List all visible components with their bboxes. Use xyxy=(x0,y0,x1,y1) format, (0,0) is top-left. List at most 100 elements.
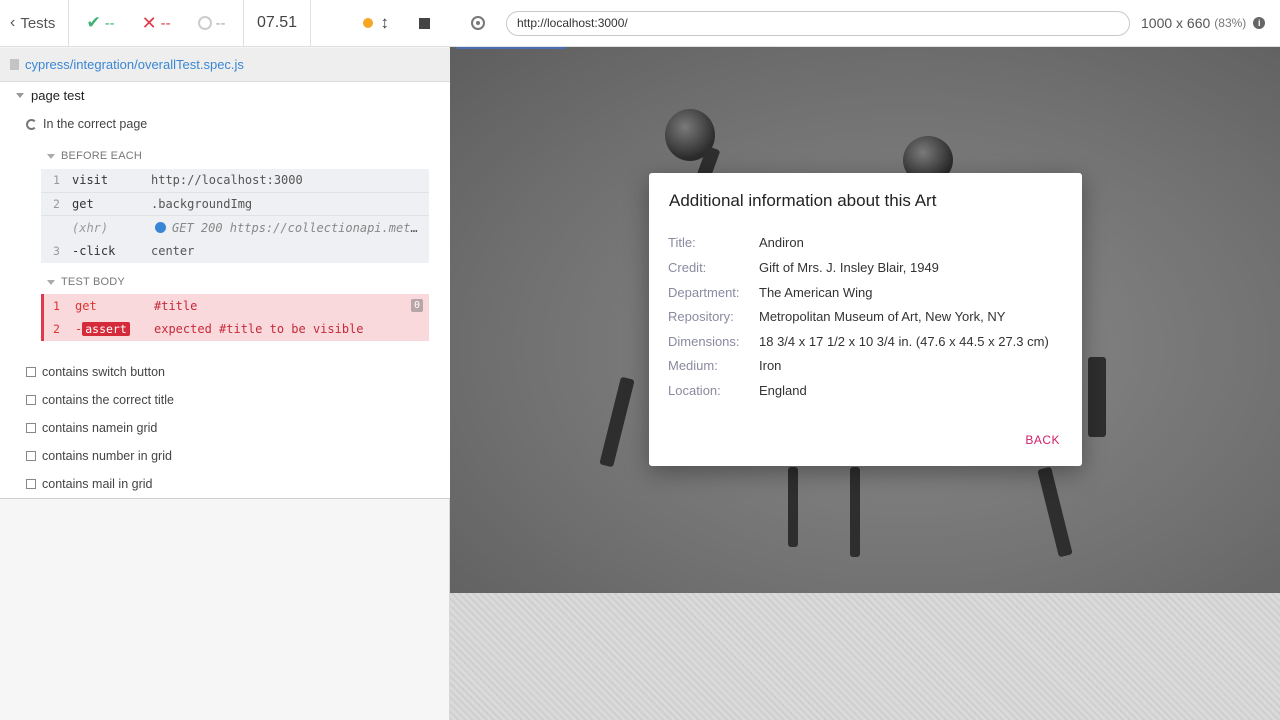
command-row[interactable]: 2 get .backgroundImg xyxy=(41,193,429,216)
failed-stat: ✕ -- xyxy=(142,13,171,34)
command-row-failed[interactable]: 1 get #title 0 xyxy=(44,294,429,318)
xhr-message: GET 200 https://collectionapi.metmuseum.… xyxy=(172,220,429,235)
test-title-label: contains namein grid xyxy=(42,421,158,435)
suite-page-test[interactable]: page test xyxy=(16,88,85,103)
viewport-scale: (83%) xyxy=(1214,16,1247,30)
reporter-header: ‹ Tests ✔ -- ✕ -- -- 07.51 ↕ xyxy=(0,0,450,47)
command-message: .backgroundImg xyxy=(151,196,253,211)
info-row-department: Department: The American Wing xyxy=(668,285,1068,300)
command-message: expected #title to be visible xyxy=(154,322,364,337)
spec-file-bar: cypress/integration/overallTest.spec.js xyxy=(0,48,450,82)
pending-stat: -- xyxy=(197,14,226,32)
command-number: 3 xyxy=(53,244,60,259)
passed-count: -- xyxy=(104,14,115,32)
selector-playground-button[interactable] xyxy=(450,16,506,30)
test-body-commands: 1 get #title 0 2 - assert expected #title… xyxy=(41,294,429,341)
chevron-left-icon: ‹ xyxy=(10,14,16,31)
command-message: center xyxy=(151,244,195,259)
hook-test-body-label: TEST BODY xyxy=(61,276,125,288)
command-name: get xyxy=(75,298,97,313)
info-row-location: Location: England xyxy=(668,383,1068,398)
command-name: get xyxy=(72,196,94,211)
command-row-failed[interactable]: 2 - assert expected #title to be visible xyxy=(44,318,429,342)
element-count-badge: 0 xyxy=(410,299,423,312)
info-label: Dimensions: xyxy=(668,334,740,349)
command-name-assert: - assert xyxy=(75,322,154,337)
pending-count: -- xyxy=(215,14,226,32)
failed-count: -- xyxy=(160,14,171,32)
command-number: 2 xyxy=(53,322,60,337)
spinner-icon xyxy=(26,118,37,130)
pending-square-icon xyxy=(26,367,36,377)
test-stats: ✔ -- ✕ -- -- xyxy=(69,0,244,46)
info-label: Repository: xyxy=(668,309,734,324)
command-number: 2 xyxy=(53,196,60,211)
hook-test-body[interactable]: TEST BODY xyxy=(47,276,125,288)
viewport-info[interactable]: 1000 x 660 (83%) i xyxy=(1141,15,1266,31)
test-title-label: In the correct page xyxy=(43,117,148,131)
hook-before-each-label: BEFORE EACH xyxy=(61,150,143,162)
pending-square-icon xyxy=(26,395,36,405)
test-title-label: contains mail in grid xyxy=(42,477,153,491)
spec-file-link[interactable]: cypress/integration/overallTest.spec.js xyxy=(25,57,244,72)
test-contains-switch-button[interactable]: contains switch button xyxy=(26,365,165,379)
x-icon: ✕ xyxy=(141,12,157,33)
run-controls: ↕ xyxy=(311,0,450,46)
back-label: Tests xyxy=(20,14,56,32)
aut-header: 1000 x 660 (83%) i xyxy=(450,0,1280,47)
pending-square-icon xyxy=(26,423,36,433)
command-number: 1 xyxy=(53,173,60,188)
viewport-size: 1000 x 660 xyxy=(1141,15,1211,31)
back-to-tests-button[interactable]: ‹ Tests xyxy=(0,0,69,46)
test-contains-number-in-grid[interactable]: contains number in grid xyxy=(26,449,172,463)
command-name: -click xyxy=(72,244,116,259)
running-indicator-icon xyxy=(362,18,373,28)
info-value: England xyxy=(759,383,807,398)
test-in-the-correct-page[interactable]: In the correct page xyxy=(26,117,147,131)
stop-icon[interactable] xyxy=(419,17,430,29)
suite-title-label: page test xyxy=(31,88,85,103)
caret-down-icon xyxy=(16,93,24,98)
info-label: Location: xyxy=(668,383,721,398)
info-label: Department: xyxy=(668,285,740,300)
andiron-leg xyxy=(850,467,860,557)
test-contains-mail-in-grid[interactable]: contains mail in grid xyxy=(26,477,152,491)
assert-badge: assert xyxy=(82,322,130,337)
caret-down-icon xyxy=(47,279,55,285)
url-field[interactable] xyxy=(506,10,1130,36)
info-value: Gift of Mrs. J. Insley Blair, 1949 xyxy=(759,260,939,275)
info-row-dimensions: Dimensions: 18 3/4 x 17 1/2 x 10 3/4 in.… xyxy=(668,334,1068,349)
crosshair-icon xyxy=(471,16,485,30)
page-load-progress xyxy=(456,47,566,49)
andiron-leg xyxy=(788,467,798,547)
file-icon xyxy=(10,59,19,70)
before-each-commands: 1 visit http://localhost:3000 2 get .bac… xyxy=(41,169,429,263)
hook-before-each[interactable]: BEFORE EACH xyxy=(47,150,142,162)
test-contains-name-in-grid[interactable]: contains namein grid xyxy=(26,421,157,435)
back-button[interactable]: BACK xyxy=(1025,433,1060,447)
info-row-title: Title: Andiron xyxy=(668,235,1068,250)
test-contains-correct-title[interactable]: contains the correct title xyxy=(26,393,174,407)
info-value: Metropolitan Museum of Art, New York, NY xyxy=(759,309,1006,324)
caret-down-icon xyxy=(47,153,55,159)
check-icon: ✔ xyxy=(86,13,101,32)
info-value: Iron xyxy=(759,358,782,373)
command-row-xhr[interactable]: (xhr) GET 200 https://collectionapi.metm… xyxy=(41,216,429,240)
info-label: Title: xyxy=(668,235,696,250)
command-name: visit xyxy=(72,173,109,188)
test-title-label: contains switch button xyxy=(42,365,165,379)
command-row[interactable]: 1 visit http://localhost:3000 xyxy=(41,169,429,193)
info-label: Medium: xyxy=(668,358,718,373)
command-row[interactable]: 3 -click center xyxy=(41,240,429,264)
xhr-status-dot-icon xyxy=(155,221,166,233)
command-name: (xhr) xyxy=(72,220,109,235)
circle-icon xyxy=(197,16,212,30)
dialog-title: Additional information about this Art xyxy=(669,191,937,210)
reporter-panel: ‹ Tests ✔ -- ✕ -- -- 07.51 ↕ cypress/int… xyxy=(0,0,450,720)
pending-square-icon xyxy=(26,479,36,489)
info-row-medium: Medium: Iron xyxy=(668,358,1068,373)
command-number: 1 xyxy=(53,298,60,313)
andiron-post xyxy=(1088,357,1106,437)
up-down-arrow-icon[interactable]: ↕ xyxy=(381,13,390,33)
command-message: #title xyxy=(154,298,198,313)
